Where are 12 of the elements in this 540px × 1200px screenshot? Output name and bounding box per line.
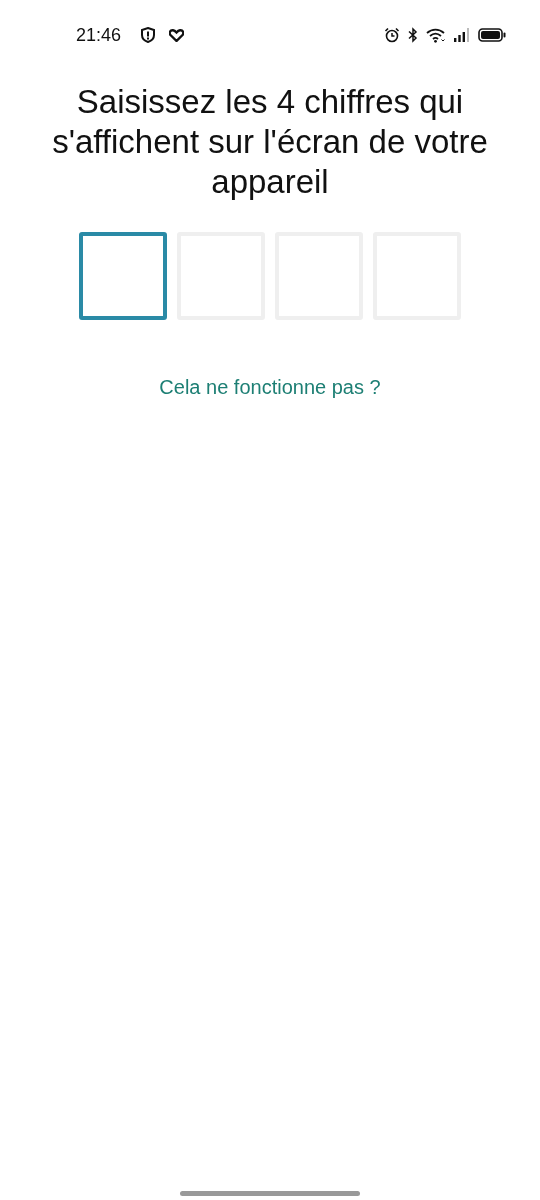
instruction-heading: Saisissez les 4 chiffres qui s'affichent sur l'écran de votre appareil	[51, 82, 489, 202]
help-link[interactable]: Cela ne fonctionne pas ?	[159, 376, 381, 399]
heart-icon	[169, 28, 185, 42]
signal-icon	[454, 28, 470, 42]
digit-field[interactable]	[79, 232, 167, 320]
status-time: 21:46	[76, 24, 122, 46]
alarm-icon	[384, 27, 400, 43]
shield-icon	[141, 27, 156, 43]
home-indicator[interactable]	[180, 1191, 360, 1196]
wifi-icon	[426, 27, 446, 43]
battery-icon	[478, 28, 506, 42]
bluetooth-icon	[408, 27, 418, 43]
